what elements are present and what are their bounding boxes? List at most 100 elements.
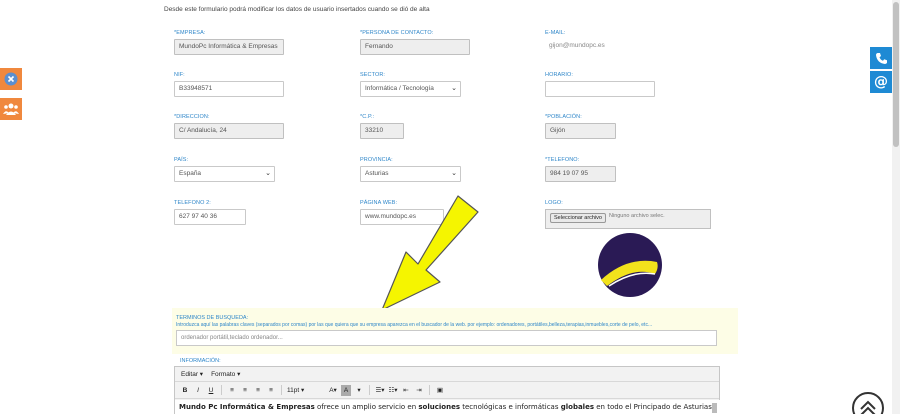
direccion-field: *DIRECCION: C/ Andalucía, 24 — [174, 114, 284, 139]
pais-label: PAÍS: — [174, 157, 189, 163]
users-button[interactable] — [0, 98, 22, 120]
telefono-input[interactable]: 984 19 07 95 — [545, 166, 616, 182]
italic-icon[interactable]: I — [193, 385, 203, 396]
chevron-down-icon: ⌄ — [265, 170, 271, 177]
content-bold-globales: globales — [560, 403, 594, 411]
contacto-label: *PERSONA DE CONTACTO: — [360, 30, 434, 36]
cp-field: *C.P.: 33210 — [360, 114, 404, 139]
search-terms-hint: Introduzca aquí las palabras claves (sep… — [176, 322, 653, 328]
editor-toolbar: B I U ≡ ≡ ≡ ≡ 11pt ▾ A▾ A ▾ ☰▾ ☷▾ ⇤ ⇥ ▣ — [175, 382, 719, 399]
poblacion-field: *POBLACIÓN: Gijón — [545, 114, 616, 139]
telefono-label: *TELEFONO: — [545, 157, 580, 163]
bold-icon[interactable]: B — [180, 385, 190, 396]
yellow-arrow-icon — [378, 194, 488, 314]
email-contact-button[interactable]: @ — [870, 71, 892, 93]
horario-field: HORARIO: — [545, 72, 655, 97]
contacto-input[interactable]: Fernando — [360, 39, 470, 55]
content-bold-company: Mundo Pc Informática & Empresas — [179, 403, 315, 411]
underline-icon[interactable]: U — [206, 385, 216, 396]
numbered-list-icon[interactable]: ☷▾ — [388, 385, 398, 396]
align-right-icon[interactable]: ≡ — [253, 385, 263, 396]
empresa-field: *EMPRESA: MundoPc Informática & Empresas — [174, 30, 284, 55]
rich-text-editor: Editar ▾ Formato ▾ B I U ≡ ≡ ≡ ≡ 11pt ▾ … — [174, 366, 721, 414]
cp-input[interactable]: 33210 — [360, 123, 404, 139]
chevron-down-icon: ⌄ — [451, 85, 457, 92]
empresa-label: *EMPRESA: — [174, 30, 206, 36]
sector-select[interactable]: Informática / Tecnología ⌄ — [360, 81, 461, 97]
telefono-field: *TELEFONO: 984 19 07 95 — [545, 157, 616, 182]
telefono2-input[interactable]: 627 97 40 36 — [174, 209, 246, 225]
indent-icon[interactable]: ⇥ — [414, 385, 424, 396]
chevron-down-icon: ⌄ — [451, 170, 457, 177]
horario-input[interactable] — [545, 81, 655, 97]
font-size-select[interactable]: 11pt ▾ — [287, 385, 325, 396]
text-color-icon[interactable]: A▾ — [328, 385, 338, 396]
direccion-label: *DIRECCION: — [174, 114, 210, 120]
direccion-input[interactable]: C/ Andalucía, 24 — [174, 123, 284, 139]
pais-field: PAÍS: España ⌄ — [174, 157, 275, 182]
users-icon — [3, 103, 19, 115]
contacto-field: *PERSONA DE CONTACTO: Fernando — [360, 30, 470, 55]
page-scrollbar[interactable] — [892, 0, 900, 414]
email-value: gijon@mundopc.es — [549, 42, 605, 49]
sector-field: SECTOR: Informática / Tecnología ⌄ — [360, 72, 461, 97]
search-terms-section: TERMINOS DE BUSQUEDA: Introduzca aquí la… — [172, 308, 738, 354]
nif-label: NIF: — [174, 72, 185, 78]
outdent-icon[interactable]: ⇤ — [401, 385, 411, 396]
pais-select[interactable]: España ⌄ — [174, 166, 275, 182]
highlight-color-icon[interactable]: A — [341, 384, 351, 396]
form-intro-text: Desde este formulario podrá modificar lo… — [164, 6, 430, 13]
bullet-list-icon[interactable]: ☰▾ — [375, 385, 385, 396]
file-status-text: Ninguno archivo selec. — [609, 213, 665, 219]
sector-selected-value: Informática / Tecnología — [365, 85, 434, 92]
phone-icon — [875, 52, 887, 64]
provincia-select[interactable]: Asturias ⌄ — [360, 166, 461, 182]
provincia-selected-value: Asturias — [365, 170, 389, 177]
content-text-2: tecnológicas e informáticas — [460, 403, 561, 411]
menu-editar[interactable]: Editar ▾ — [181, 370, 203, 378]
phone-button[interactable] — [870, 47, 892, 69]
logo-file-input[interactable]: Seleccionar archivo Ninguno archivo sele… — [545, 209, 711, 229]
nif-field: NIF: B33948571 — [174, 72, 284, 97]
logo-field: LOGO: Seleccionar archivo Ninguno archiv… — [545, 200, 711, 229]
scroll-top-button[interactable] — [852, 392, 884, 414]
empresa-input[interactable]: MundoPc Informática & Empresas — [174, 39, 284, 55]
telefono2-label: TELEFONO 2: — [174, 200, 211, 206]
editor-scrollbar[interactable] — [712, 403, 717, 413]
logo-label: LOGO: — [545, 200, 563, 206]
user-profile-page: Desde este formulario podrá modificar lo… — [0, 0, 900, 414]
close-icon — [4, 72, 18, 86]
horario-label: HORARIO: — [545, 72, 573, 78]
align-center-icon[interactable]: ≡ — [240, 385, 250, 396]
company-logo-image — [597, 232, 663, 298]
provincia-label: PROVINCIA: — [360, 157, 393, 163]
provincia-field: PROVINCIA: Asturias ⌄ — [360, 157, 461, 182]
poblacion-label: *POBLACIÓN: — [545, 114, 582, 120]
close-button[interactable] — [0, 68, 22, 90]
chevron-down-icon[interactable]: ▾ — [354, 385, 364, 396]
at-icon: @ — [874, 74, 888, 90]
align-justify-icon[interactable]: ≡ — [266, 385, 276, 396]
editor-menubar: Editar ▾ Formato ▾ — [175, 367, 719, 382]
scrollbar-thumb[interactable] — [893, 2, 899, 147]
info-label: INFORMACIÓN: — [180, 358, 221, 364]
select-file-button[interactable]: Seleccionar archivo — [550, 213, 606, 223]
content-bold-soluciones: soluciones — [418, 403, 461, 411]
editor-content[interactable]: Mundo Pc Informática & Empresas ofrece u… — [175, 400, 721, 414]
content-text-3: en todo el Principado de Asturias. — [594, 403, 715, 411]
nif-input[interactable]: B33948571 — [174, 81, 284, 97]
sector-label: SECTOR: — [360, 72, 386, 78]
search-terms-input[interactable]: ordenador portátil,teclado ordenador... — [176, 330, 717, 346]
search-terms-label: TERMINOS DE BUSQUEDA: — [176, 315, 249, 321]
content-text-1: ofrece un amplio servicio en — [314, 403, 419, 411]
poblacion-input[interactable]: Gijón — [545, 123, 616, 139]
cp-label: *C.P.: — [360, 114, 375, 120]
telefono2-field: TELEFONO 2: 627 97 40 36 — [174, 200, 246, 225]
email-field: E-MAIL: gijon@mundopc.es — [545, 30, 655, 55]
pais-selected-value: España — [179, 170, 202, 177]
scroll-top-icon — [860, 400, 876, 414]
menu-formato[interactable]: Formato ▾ — [211, 370, 240, 378]
align-left-icon[interactable]: ≡ — [227, 385, 237, 396]
image-icon[interactable]: ▣ — [435, 385, 445, 396]
email-label: E-MAIL: — [545, 30, 566, 36]
